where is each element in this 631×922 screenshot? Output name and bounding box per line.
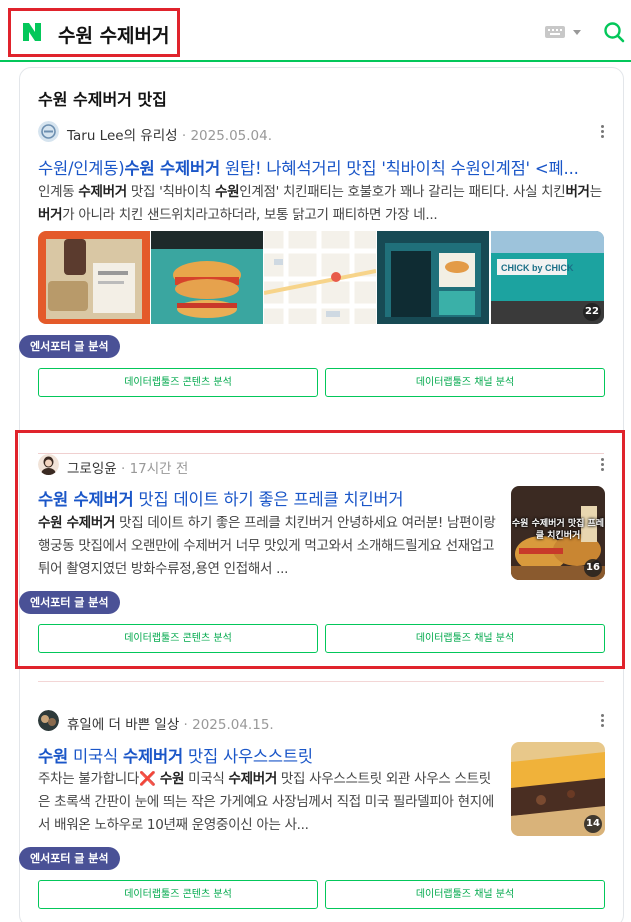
photo-thumbnail[interactable] xyxy=(377,231,489,324)
section-title: 수원 수제버거 맛집 xyxy=(38,90,167,109)
keyword-highlight: 수원 xyxy=(155,771,185,787)
search-icon[interactable] xyxy=(603,21,625,43)
naver-logo-icon[interactable] xyxy=(22,22,42,42)
more-options-icon[interactable] xyxy=(600,125,604,139)
content-analysis-button[interactable]: 데이터랩툴즈 콘텐츠 분석 xyxy=(38,880,318,909)
keyword-highlight: 수제버거 xyxy=(78,184,127,200)
influencer-analysis-tag[interactable]: 엔서포터 글 분석 xyxy=(19,335,120,358)
keyword-highlight: 수원 xyxy=(214,184,240,200)
keyword-highlight: 버거 xyxy=(565,184,590,200)
post-divider xyxy=(38,681,604,682)
text-segment: 인계점' 치킨패티는 호불호가 꽤나 갈리는 패티다. 사실 치킨 xyxy=(239,184,566,200)
text-segment: ❌ xyxy=(138,771,156,787)
text-segment: 는 xyxy=(589,184,602,200)
search-box[interactable]: 수원 수제버거 xyxy=(8,8,180,57)
post-snippet: 주차는 불가합니다❌ 수원 미국식 수제버거 맛집 사우스스트릿 외관 사우스 … xyxy=(38,768,496,837)
post-date: 2025.05.04. xyxy=(190,128,273,144)
keyword-highlight: 버거 xyxy=(38,207,63,223)
photo-thumbnail[interactable] xyxy=(38,231,150,324)
influencer-analysis-tag[interactable]: 엔서포터 글 분석 xyxy=(19,847,120,870)
author-line[interactable]: Taru Lee의 유리성 · 2025.05.04. xyxy=(67,124,272,144)
highlight-box xyxy=(15,430,625,669)
author-name[interactable]: Taru Lee의 유리성 xyxy=(67,128,178,144)
keyword-highlight: 수제버거 xyxy=(228,771,277,787)
post-title[interactable]: 수원 미국식 수제버거 맛집 사우스스트릿 xyxy=(38,743,503,767)
header-divider xyxy=(0,60,631,62)
author-line[interactable]: 휴일에 더 바쁜 일상 · 2025.04.15. xyxy=(67,713,274,733)
channel-analysis-button[interactable]: 데이터랩툴즈 채널 분석 xyxy=(325,368,605,397)
more-options-icon[interactable] xyxy=(600,714,604,728)
text-segment: 미국식 xyxy=(67,747,123,766)
image-strip[interactable]: CHICK by CHICK 22 xyxy=(38,231,604,324)
post-date: 2025.04.15. xyxy=(192,717,274,733)
author-name[interactable]: 휴일에 더 바쁜 일상 xyxy=(67,717,179,733)
search-header: 수원 수제버거 xyxy=(0,0,631,62)
text-segment: 가 아니라 치킨 샌드위치라고하더라, 보통 닭고기 패티하면 가장 네... xyxy=(62,207,438,223)
text-segment: 주차는 불가합니다 xyxy=(38,771,139,787)
keyboard-icon[interactable] xyxy=(545,26,565,38)
image-count-badge: 22 xyxy=(583,303,601,321)
search-query[interactable]: 수원 수제버거 xyxy=(58,21,170,48)
chevron-down-icon[interactable] xyxy=(573,30,581,35)
post-snippet: 인계동 수제버거 맛집 '칙바이칙 수원인계점' 치킨패티는 호불호가 꽤나 갈… xyxy=(38,181,604,227)
post-thumbnail[interactable]: 14 xyxy=(511,742,605,836)
keyword-highlight: 수원 xyxy=(38,747,68,766)
svg-text:CHICK by CHICK: CHICK by CHICK xyxy=(501,263,574,273)
avatar[interactable] xyxy=(38,710,59,731)
text-segment: 원탑! 나혜석거리 맛집 '칙바이칙 수원인계점' <폐... xyxy=(219,159,579,178)
photo-thumbnail[interactable] xyxy=(151,231,263,324)
keyword-highlight: 수원 수제버거 xyxy=(124,159,221,178)
map-thumbnail[interactable] xyxy=(264,231,376,324)
channel-analysis-button[interactable]: 데이터랩툴즈 채널 분석 xyxy=(325,880,605,909)
content-analysis-button[interactable]: 데이터랩툴즈 콘텐츠 분석 xyxy=(38,368,318,397)
text-segment: 미국식 xyxy=(184,771,229,787)
text-segment: 수원/인계동) xyxy=(38,159,125,178)
post-title[interactable]: 수원/인계동)수원 수제버거 원탑! 나혜석거리 맛집 '칙바이칙 수원인계점'… xyxy=(38,155,598,179)
text-segment: 맛집 사우스스트릿 xyxy=(182,747,313,766)
text-segment: 맛집 '칙바이칙 xyxy=(126,184,215,200)
text-segment: 인계동 xyxy=(38,184,79,200)
avatar[interactable] xyxy=(38,121,59,142)
keyword-highlight: 수제버거 xyxy=(123,747,183,766)
image-count-badge: 14 xyxy=(584,815,602,833)
